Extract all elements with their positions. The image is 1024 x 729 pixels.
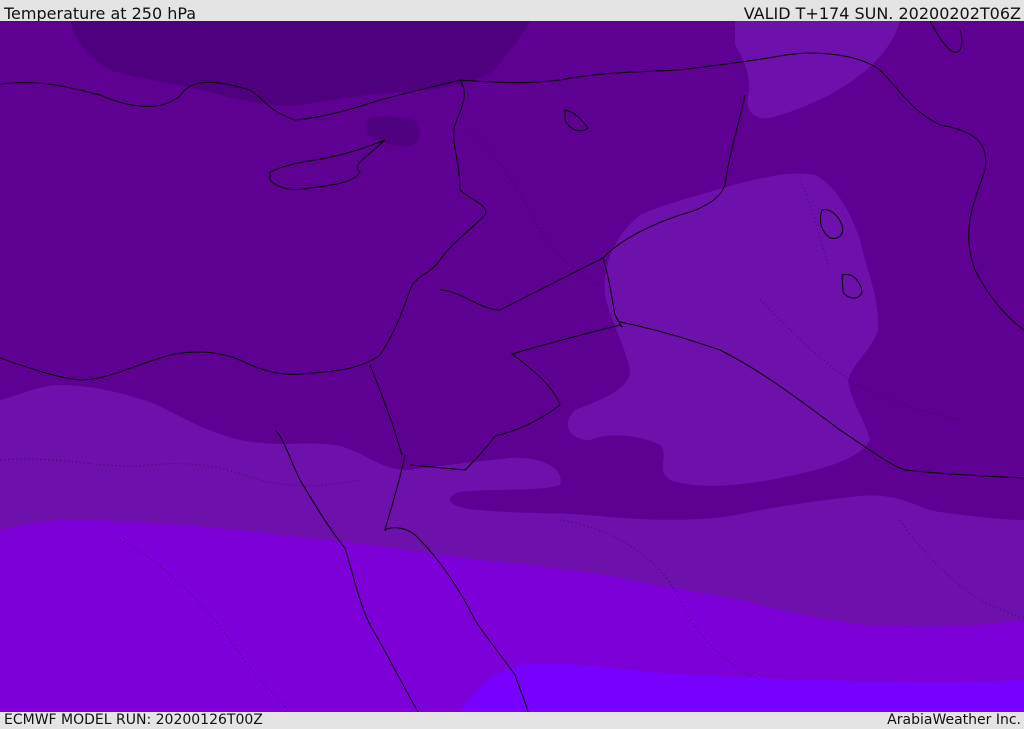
- model-run: ECMWF MODEL RUN: 20200126T00Z: [4, 712, 263, 728]
- map-footer: ECMWF MODEL RUN: 20200126T00Z ArabiaWeat…: [0, 712, 1024, 729]
- credit-text: ArabiaWeather Inc.: [887, 712, 1021, 728]
- map-header: Temperature at 250 hPa VALID T+174 SUN. …: [0, 0, 1024, 23]
- temperature-map: [0, 21, 1024, 712]
